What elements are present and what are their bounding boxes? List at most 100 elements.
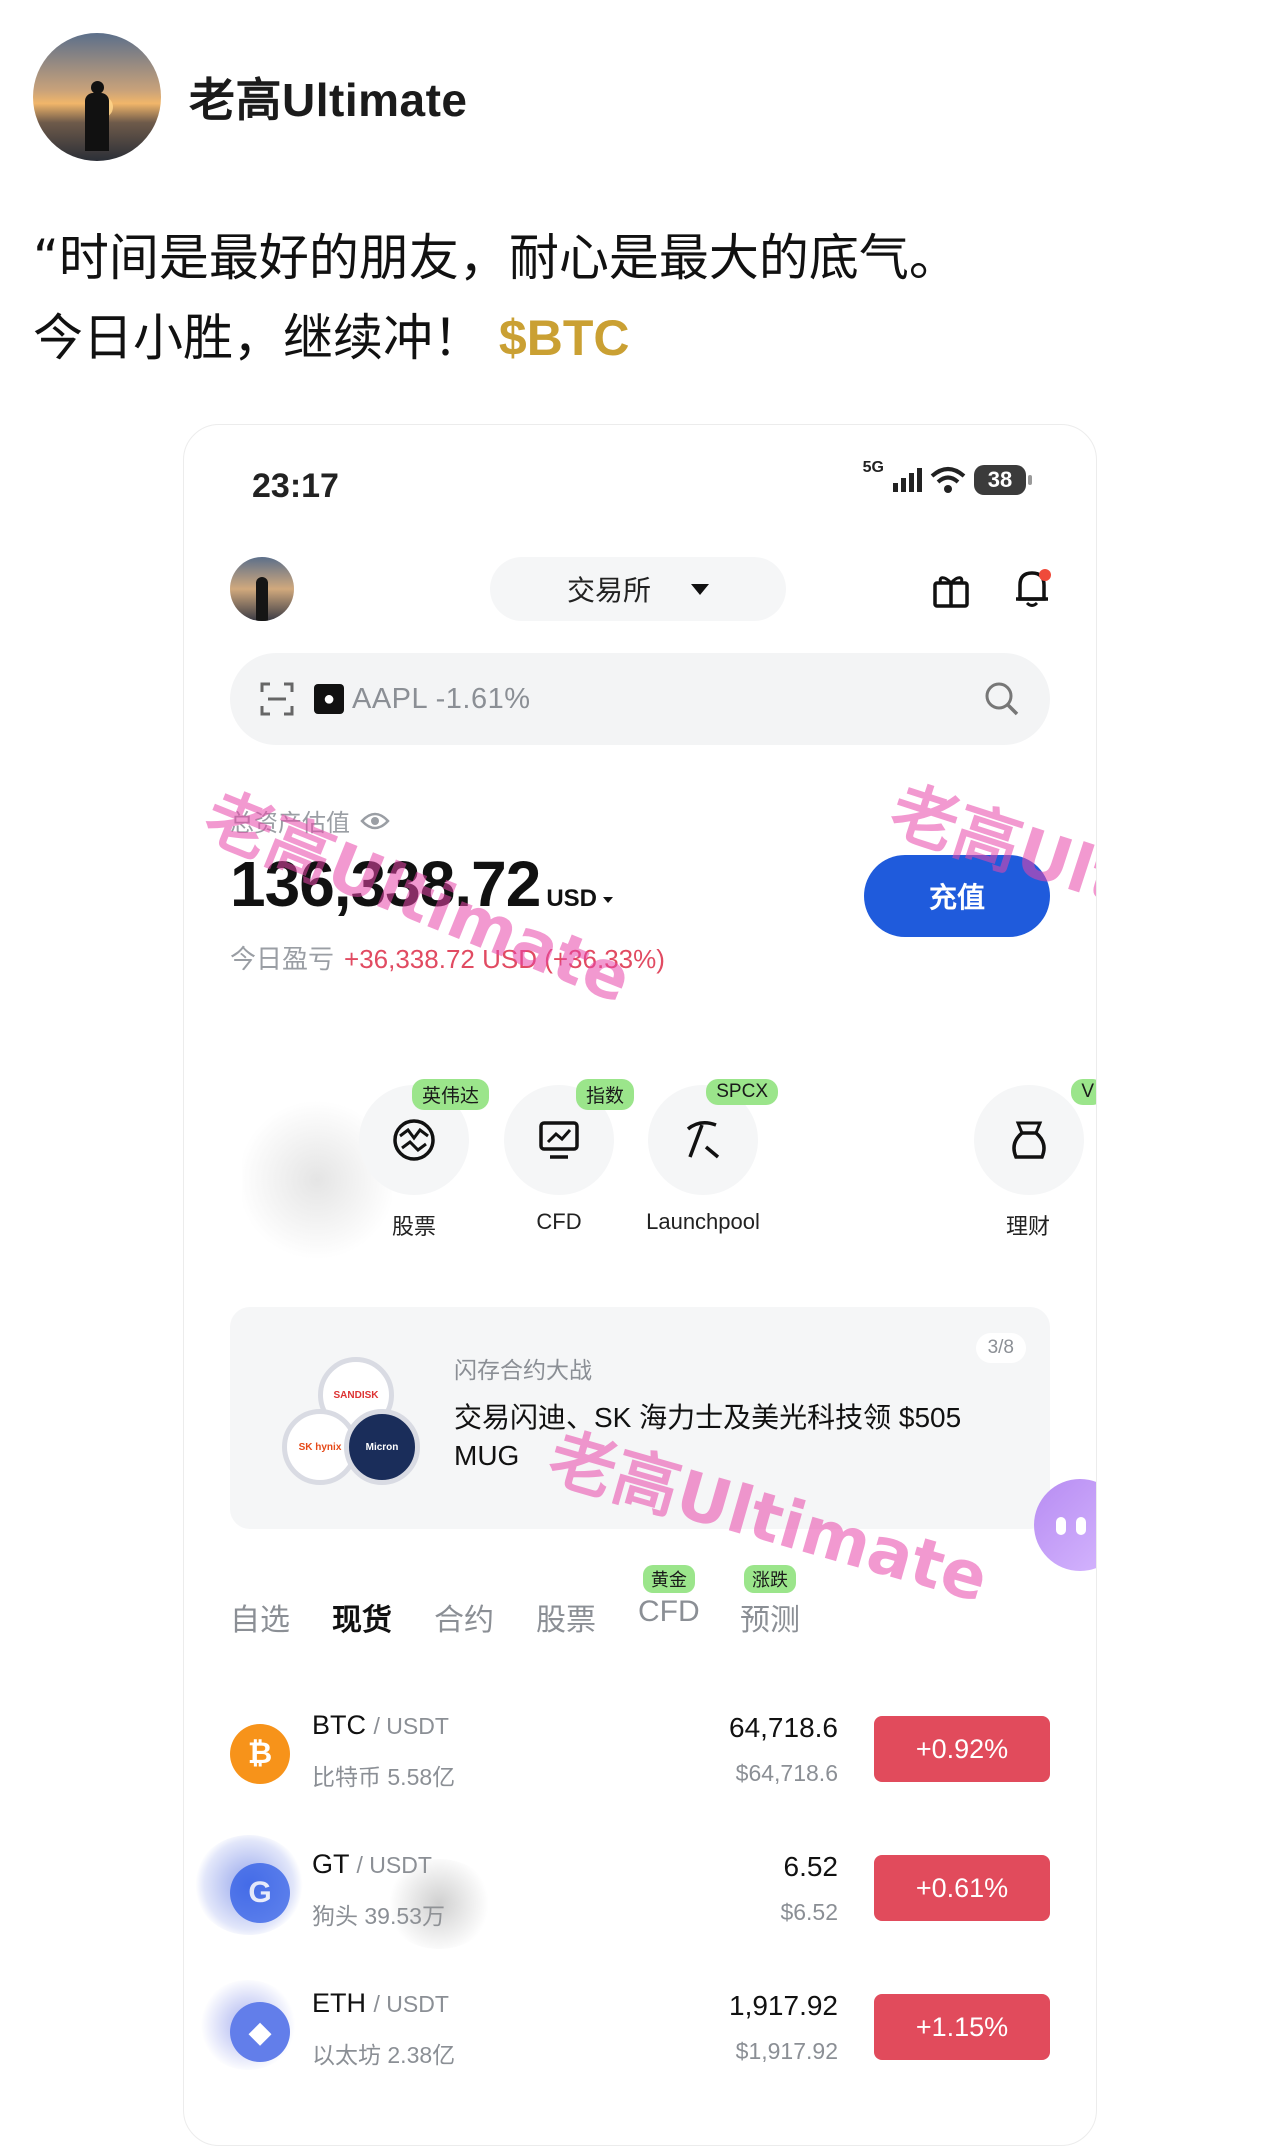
user-avatar[interactable] — [230, 557, 294, 621]
ticker-tag-link[interactable]: $BTC — [499, 310, 630, 366]
tab-stocks[interactable]: 股票 — [536, 1595, 596, 1639]
exchange-mode-dropdown[interactable]: 交易所 — [490, 557, 786, 621]
status-time: 23:17 — [252, 467, 339, 505]
change-badge[interactable]: +1.15% — [874, 1994, 1050, 2060]
scan-icon[interactable] — [260, 682, 294, 716]
tab-prediction[interactable]: 涨跌 预测 — [740, 1565, 800, 1639]
pair-base: GT — [312, 1849, 350, 1879]
tab-badge: 涨跌 — [744, 1565, 796, 1593]
promo-banner[interactable]: SANDISK SK hynix Micron 闪存合约大战 交易闪迪、SK 海… — [230, 1307, 1050, 1529]
notification-bell-icon[interactable] — [1012, 567, 1052, 609]
tab-label: 自选 — [230, 1604, 290, 1637]
assets-label: 总资产估值 — [230, 810, 350, 837]
pnl-row: 今日盈亏 +36,338.72 USD (+36.33%) — [230, 939, 665, 976]
market-tabs: 自选 现货 合约 股票 黄金 CFD 涨跌预测 — [184, 1565, 1096, 1655]
bitcoin-icon: ₿ — [230, 1724, 290, 1784]
quick-item-launchpool[interactable]: SPCX Launchpool — [618, 1079, 788, 1235]
search-bar[interactable]: ● AAPL -1.61% — [230, 653, 1050, 745]
tab-badge: 黄金 — [642, 1565, 695, 1593]
gift-icon[interactable] — [932, 571, 970, 609]
market-row-eth[interactable]: ◆ ETH / USDT 以太坊 2.38亿 1,917.92 $1,917.9… — [184, 1980, 1096, 2108]
embedded-app-screenshot: 23:17 5G 38 交易所 ● AAPL -1.61% 总资产估值 136,… — [183, 424, 1097, 2146]
market-row-gt[interactable]: G GT / USDT 狗头 39.53万 6.52 $6.52 +0.61% — [184, 1835, 1096, 1969]
quick-item-label: Launchpool — [646, 1209, 760, 1234]
banner-subtitle: 闪存合约大战 — [454, 1357, 592, 1383]
scribble-overlay — [384, 1859, 494, 1949]
quick-item-icon-wrap: 英伟达 — [359, 1079, 489, 1195]
pair-base: ETH — [312, 1988, 366, 2018]
caret-down-icon — [691, 583, 709, 595]
pair-name: BTC / USDT — [312, 1710, 449, 1741]
tab-spot[interactable]: 现货 — [332, 1595, 392, 1639]
quick-item-icon-wrap: V — [974, 1079, 1096, 1195]
quick-badge: SPCX — [706, 1079, 778, 1105]
globe-icon — [393, 1119, 435, 1161]
network-type: 5G — [862, 459, 884, 476]
chart-monitor-icon — [539, 1121, 579, 1159]
deposit-button[interactable]: 充值 — [864, 855, 1050, 937]
quick-item-icon-wrap: SPCX — [648, 1079, 778, 1195]
app-topbar: 交易所 — [184, 549, 1096, 629]
quick-item-finance[interactable]: V 理财 — [974, 1079, 1096, 1241]
total-assets-value: 136,338.72 USD — [230, 847, 613, 921]
pnl-label: 今日盈亏 — [230, 944, 335, 974]
tab-favorites[interactable]: 自选 — [230, 1595, 290, 1639]
change-badge[interactable]: +0.61% — [874, 1855, 1050, 1921]
ethereum-icon: ◆ — [230, 2002, 290, 2062]
apple-icon: ● — [314, 684, 344, 714]
post-text-line-1: “时间是最好的朋友，耐心是最大的底气。 — [33, 229, 959, 287]
author-name[interactable]: 老高Ultimate — [189, 64, 467, 130]
assets-summary: 总资产估值 136,338.72 USD 充值 今日盈亏 +36,338.72 US… — [230, 803, 1050, 976]
market-row-btc[interactable]: ₿ BTC / USDT 比特币 5.58亿 64,718.6 $64,718.… — [184, 1710, 1096, 1830]
banner-title: 交易闪迪、SK 海力士及美光科技领 $505 MUG — [454, 1402, 962, 1471]
last-price: 1,917.92 — [729, 1990, 838, 2021]
price-usd: $6.52 — [780, 1899, 838, 1925]
signal-icon — [893, 468, 922, 492]
total-assets-amount: 136,338.72 — [230, 848, 541, 920]
search-trending-text: AAPL -1.61% — [352, 682, 531, 715]
post-header: 老高Ultimate — [33, 33, 467, 161]
tab-label: 预测 — [740, 1604, 800, 1637]
tab-label: 股票 — [536, 1604, 596, 1637]
price-usd: $64,718.6 — [735, 1760, 838, 1786]
exchange-mode-label: 交易所 — [566, 575, 651, 606]
battery-icon: 38 — [974, 465, 1032, 495]
assets-label-row: 总资产估值 — [230, 803, 1050, 838]
unit-caret-icon — [602, 896, 613, 903]
pnl-value: +36,338.72 USD (+36.33%) — [344, 944, 665, 974]
micron-logo: Micron — [344, 1409, 420, 1485]
status-icons: 5G 38 — [863, 459, 1032, 495]
volume: 比特币 5.58亿 — [312, 1764, 456, 1790]
gatetoken-icon: G — [230, 1863, 290, 1923]
pair-base: BTC — [312, 1710, 366, 1740]
status-bar: 23:17 5G 38 — [184, 425, 1096, 515]
change-badge[interactable]: +0.92% — [874, 1716, 1050, 1782]
battery-level: 38 — [987, 467, 1013, 492]
tab-futures[interactable]: 合约 — [434, 1595, 494, 1639]
post-text-line-2-content: 今日小胜，继续冲！ — [33, 309, 483, 367]
currency-unit: USD — [546, 885, 597, 912]
post-body: “时间是最好的朋友，耐心是最大的底气。 今日小胜，继续冲！ $BTC — [33, 218, 1253, 378]
pair-quote: / USDT — [373, 1713, 449, 1739]
pair-quote: / USDT — [373, 1991, 449, 2017]
volume: 以太坊 2.38亿 — [312, 2042, 456, 2068]
tab-cfd[interactable]: 黄金 CFD — [638, 1565, 700, 1629]
author-avatar[interactable] — [33, 33, 161, 161]
money-bag-icon — [1012, 1121, 1046, 1159]
banner-pager: 3/8 — [975, 1333, 1026, 1363]
quick-item-icon-wrap: 指数 — [504, 1079, 634, 1195]
banner-logos: SANDISK SK hynix Micron — [282, 1357, 422, 1487]
search-icon[interactable] — [984, 681, 1020, 717]
tab-label: 合约 — [434, 1604, 494, 1637]
tab-label: 现货 — [332, 1604, 392, 1637]
quick-badge: V — [1071, 1079, 1096, 1105]
pair-name: ETH / USDT — [312, 1988, 449, 2019]
post-text-line-2: 今日小胜，继续冲！ $BTC — [33, 298, 1253, 378]
last-price: 64,718.6 — [729, 1712, 838, 1743]
last-price: 6.52 — [783, 1851, 839, 1882]
quick-item-label: 理财 — [1006, 1214, 1051, 1239]
wifi-icon — [930, 467, 966, 493]
tab-label: CFD — [638, 1595, 700, 1628]
currency-unit-selector[interactable]: USD — [546, 885, 613, 912]
eye-icon[interactable] — [360, 811, 390, 831]
